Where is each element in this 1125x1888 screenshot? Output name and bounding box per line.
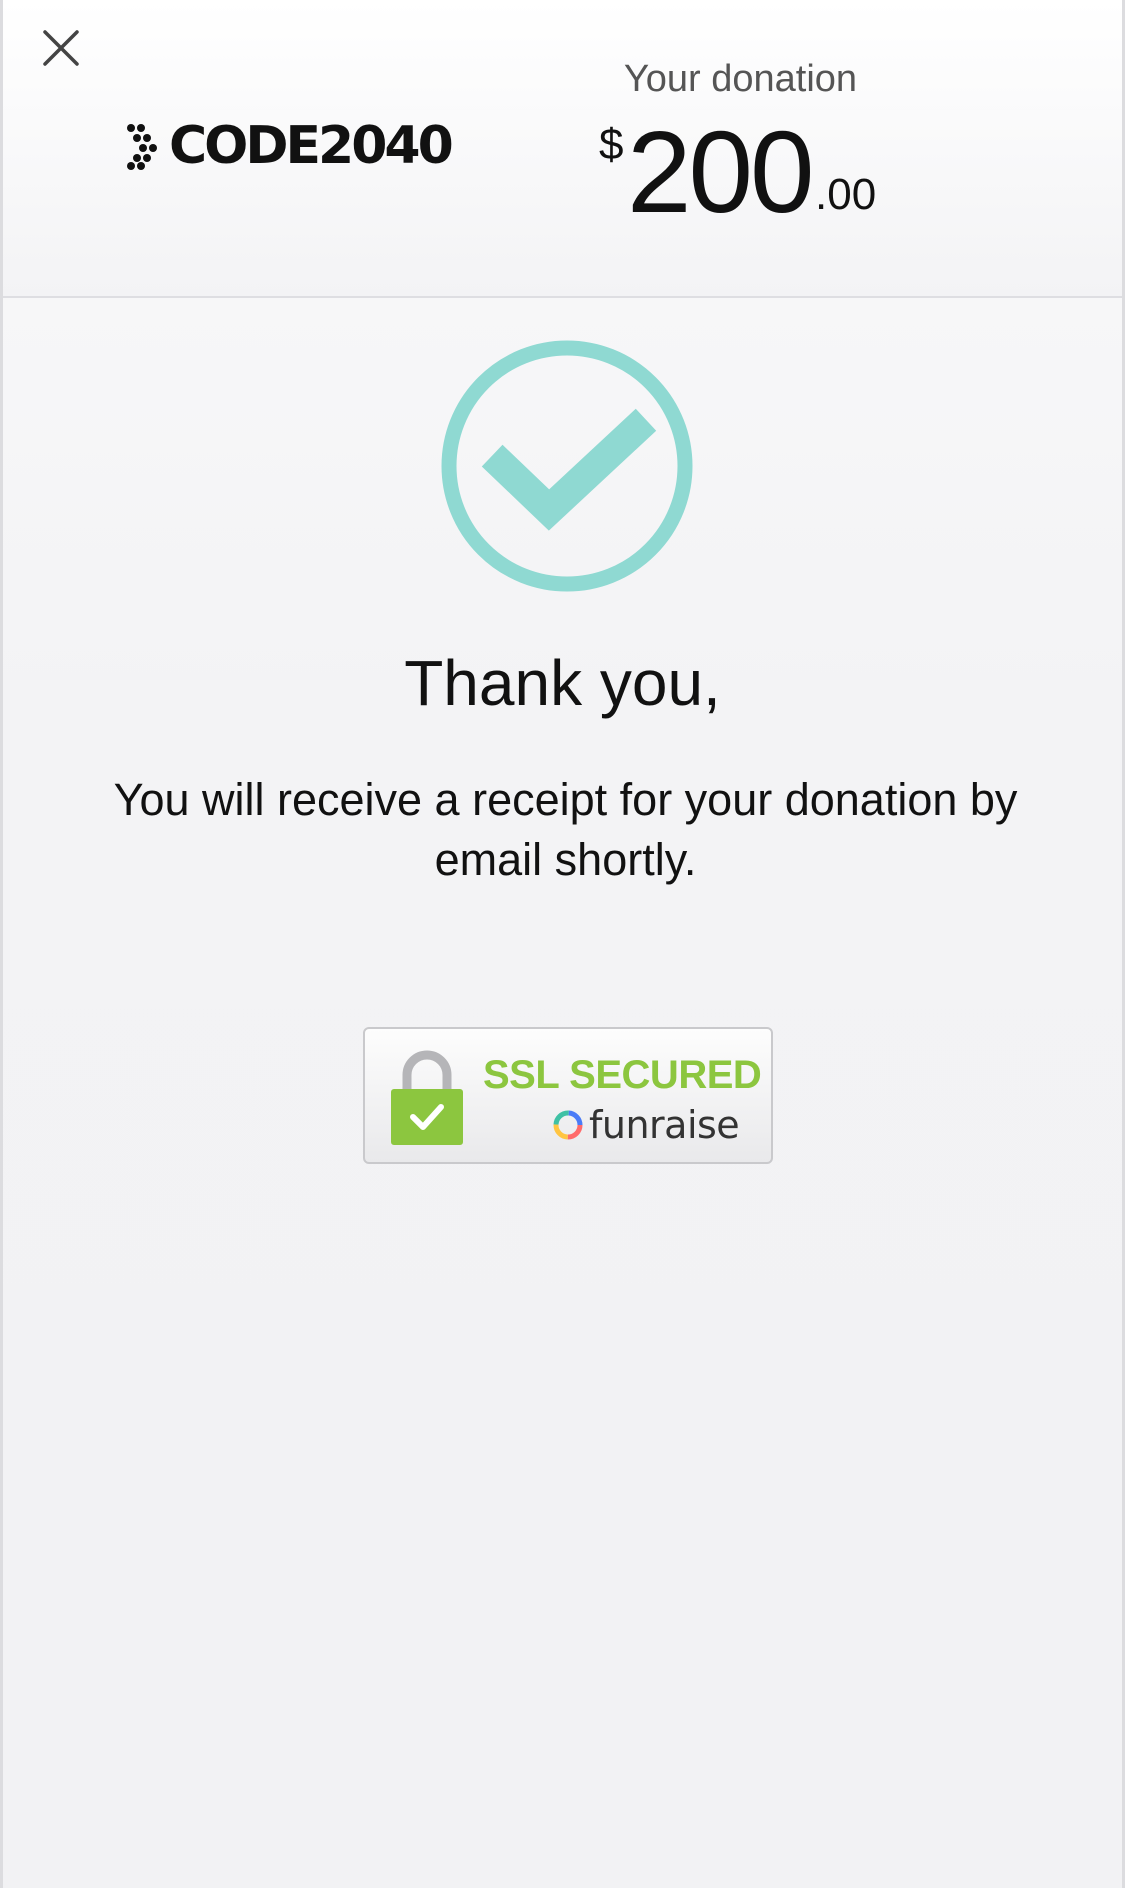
close-button[interactable] (39, 26, 83, 70)
receipt-message: You will receive a receipt for your dona… (113, 774, 1018, 885)
amount-currency: $ (599, 120, 624, 169)
lock-icon (391, 1050, 463, 1145)
amount-cents: .00 (815, 170, 877, 219)
header: CODE2040 Your donation $ 200 .00 (3, 0, 1122, 298)
funraise-wordmark: funraise (589, 1103, 740, 1147)
ssl-secured-text: SSL SECURED (483, 1053, 762, 1097)
code2040-logo: CODE2040 (125, 116, 454, 176)
ssl-secured-badge: SSL SECURED funraise (363, 1027, 773, 1164)
funraise-brand: funraise (551, 1103, 740, 1147)
close-icon (43, 30, 79, 66)
amount-whole: 200 (627, 107, 815, 237)
donation-confirmation-screen: CODE2040 Your donation $ 200 .00 Thank y… (0, 0, 1125, 1888)
thank-you-heading: Thank you, (404, 647, 721, 719)
donation-label: Your donation (623, 58, 858, 100)
logo-dots-icon (127, 124, 157, 170)
logo-text: CODE2040 (169, 116, 454, 176)
funraise-ring-icon (553, 1110, 583, 1140)
check-circle-icon (441, 340, 693, 592)
